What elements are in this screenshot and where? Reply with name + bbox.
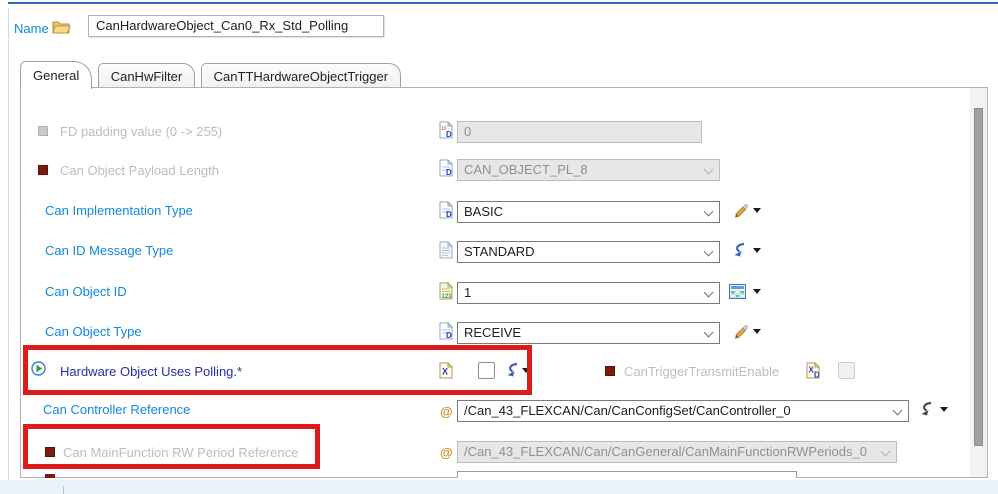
- fd-padding-input: 0: [457, 121, 702, 143]
- fd-padding-value: 0: [464, 124, 471, 139]
- bool-default-doc-icon: X D: [806, 362, 821, 384]
- pencil-icon[interactable]: [731, 323, 748, 345]
- highlight-box-uses-polling: [23, 345, 532, 395]
- int-doc-icon: 123: [439, 282, 454, 305]
- enum-default-doc-icon: D: [439, 322, 454, 345]
- object-type-dropdown[interactable]: RECEIVE: [457, 322, 720, 344]
- trigger-transmit-label: CanTriggerTransmitEnable: [624, 364, 779, 379]
- tab-bar: General CanHwFilter CanTTHardwareObjectT…: [20, 61, 402, 88]
- tab-canhwfilter[interactable]: CanHwFilter: [98, 63, 196, 89]
- object-id-label[interactable]: Can Object ID: [45, 284, 127, 299]
- enum-default-doc-icon: D: [439, 201, 454, 224]
- object-type-value: RECEIVE: [464, 325, 521, 340]
- action-dropdown-arrow[interactable]: [753, 289, 761, 294]
- vertical-scrollbar-thumb[interactable]: [974, 108, 983, 446]
- payload-length-value: CAN_OBJECT_PL_8: [464, 162, 588, 177]
- mandatory-bullet-icon: [38, 165, 48, 175]
- pencil-icon[interactable]: [731, 202, 748, 224]
- object-id-value: 1: [464, 285, 471, 300]
- implementation-type-label[interactable]: Can Implementation Type: [45, 203, 193, 218]
- mandatory-bullet-icon: [605, 366, 615, 376]
- lower-panel-strip: [0, 480, 998, 494]
- calculator-icon[interactable]: [729, 284, 746, 304]
- object-id-dropdown[interactable]: 1: [457, 282, 720, 304]
- controller-reference-label[interactable]: Can Controller Reference: [43, 402, 190, 417]
- highlight-box-mainfunction-reference: [23, 424, 320, 469]
- payload-length-label: Can Object Payload Length: [60, 163, 219, 178]
- svg-text:D: D: [446, 331, 452, 340]
- name-input[interactable]: CanHardwareObject_Can0_Rx_Std_Polling: [88, 15, 384, 37]
- chevron-down-icon: [704, 328, 714, 338]
- controller-reference-value: /Can_43_FLEXCAN/Can/CanConfigSet/CanCont…: [464, 403, 791, 418]
- reference-icon: @: [440, 445, 453, 460]
- trigger-transmit-checkbox: [838, 362, 855, 379]
- chevron-down-icon: [704, 288, 714, 298]
- implementation-type-dropdown[interactable]: BASIC: [457, 201, 720, 223]
- svg-text:123: 123: [442, 294, 453, 300]
- id-message-type-dropdown[interactable]: STANDARD: [457, 241, 720, 263]
- name-label: Name: [14, 21, 49, 36]
- window-left-edge: [8, 8, 9, 494]
- payload-length-dropdown: CAN_OBJECT_PL_8: [457, 159, 720, 181]
- chevron-down-icon: [704, 165, 714, 175]
- chevron-down-icon: [881, 447, 891, 457]
- formula-icon[interactable]: [731, 242, 747, 263]
- svg-text:D: D: [446, 210, 452, 219]
- chevron-down-icon: [704, 247, 714, 257]
- int-default-doc-icon: 10 D: [439, 121, 454, 144]
- lower-panel-divider: [63, 486, 64, 494]
- tab-general[interactable]: General: [20, 61, 92, 89]
- window-top-accent: [8, 2, 998, 4]
- action-dropdown-arrow[interactable]: [753, 248, 761, 253]
- svg-text:D: D: [446, 130, 452, 139]
- mainfunction-rw-period-value: /Can_43_FLEXCAN/Can/CanGeneral/CanMainFu…: [464, 444, 867, 459]
- action-dropdown-arrow[interactable]: [753, 329, 761, 334]
- enum-default-doc-icon: D: [439, 159, 454, 182]
- chevron-down-icon: [704, 207, 714, 217]
- chevron-down-icon: [893, 406, 903, 416]
- tab-cantthardwareobjecttrigger[interactable]: CanTTHardwareObjectTrigger: [201, 63, 401, 89]
- open-folder-icon[interactable]: [52, 19, 71, 39]
- name-value: CanHardwareObject_Can0_Rx_Std_Polling: [96, 18, 348, 33]
- mainfunction-rw-period-dropdown: /Can_43_FLEXCAN/Can/CanGeneral/CanMainFu…: [457, 441, 897, 463]
- action-dropdown-arrow[interactable]: [940, 407, 948, 412]
- object-type-label[interactable]: Can Object Type: [45, 324, 142, 339]
- svg-text:D: D: [446, 168, 452, 177]
- action-dropdown-arrow[interactable]: [753, 208, 761, 213]
- reference-icon: @: [440, 404, 453, 419]
- fd-padding-label: FD padding value (0 -> 255): [60, 124, 222, 139]
- id-message-type-value: STANDARD: [464, 244, 535, 259]
- mandatory-bullet-icon: [45, 474, 55, 478]
- implementation-type-value: BASIC: [464, 204, 503, 219]
- plain-doc-icon: [439, 241, 454, 264]
- formula-dark-icon[interactable]: [918, 401, 934, 422]
- svg-text:D: D: [814, 371, 820, 380]
- id-message-type-label[interactable]: Can ID Message Type: [45, 243, 173, 258]
- controller-reference-dropdown[interactable]: /Can_43_FLEXCAN/Can/CanConfigSet/CanCont…: [457, 400, 909, 422]
- disabled-bullet-icon: [38, 126, 48, 136]
- clipped-next-field: [457, 471, 797, 478]
